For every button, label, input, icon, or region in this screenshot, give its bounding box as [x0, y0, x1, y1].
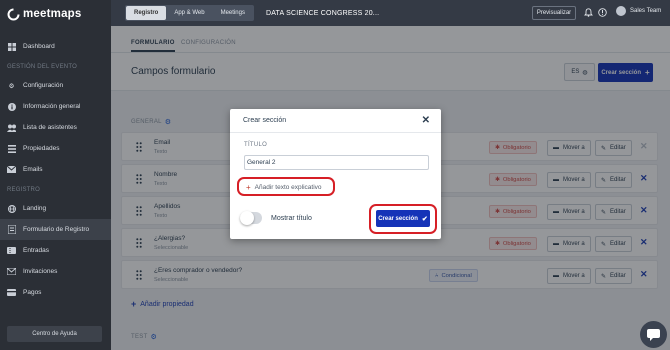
users-icon [7, 123, 16, 132]
sidebar-item-formulario-registro[interactable]: Formulario de Registro [0, 219, 111, 240]
dashboard-icon [7, 42, 16, 51]
tab-app-web[interactable]: App & Web [166, 6, 212, 20]
tab-registro[interactable]: Registro [126, 6, 167, 20]
add-explanatory-text-link[interactable]: + Añadir texto explicativo [246, 183, 322, 192]
gear-icon: ⚙ [8, 82, 15, 90]
sidebar: meetmaps Dashboard GESTIÓN DEL EVENTO ⚙ … [0, 0, 111, 350]
sidebar-item-label: Propiedades [23, 145, 60, 152]
topbar: Registro App & Web Meetings DATA SCIENCE… [111, 0, 670, 26]
top-tabs: Registro App & Web Meetings [125, 5, 254, 21]
sidebar-item-label: Invitaciones [23, 268, 58, 275]
help-center-button[interactable]: Centro de Ayuda [7, 326, 102, 342]
envelope-icon [7, 267, 16, 276]
show-title-label: Mostrar título [271, 215, 312, 222]
sidebar-item-label: Landing [23, 205, 47, 212]
tab-meetings[interactable]: Meetings [213, 6, 253, 20]
sidebar-item-invitaciones[interactable]: Invitaciones [0, 261, 111, 282]
form-icon [7, 225, 16, 234]
modal-title: Crear sección [230, 109, 441, 133]
app-root: meetmaps Dashboard GESTIÓN DEL EVENTO ⚙ … [0, 0, 670, 350]
title-field-label: TÍTULO [244, 142, 268, 148]
sidebar-item-landing[interactable]: Landing [0, 198, 111, 219]
sidebar-item-label: Configuración [23, 82, 64, 89]
preview-button[interactable]: Previsualizar [532, 6, 576, 20]
sidebar-item-label: Entradas [23, 247, 50, 254]
avatar [616, 6, 626, 16]
close-icon[interactable]: ✕ [422, 115, 430, 126]
info-icon [7, 102, 16, 111]
user-menu[interactable]: Sales Team [616, 6, 661, 16]
check-icon: ✔ [421, 215, 428, 223]
sidebar-item-emails[interactable]: Emails [0, 159, 111, 180]
sidebar-item-pagos[interactable]: Pagos [0, 282, 111, 303]
card-icon [7, 288, 16, 297]
brand-name: meetmaps [23, 8, 82, 20]
sidebar-section-event: GESTIÓN DEL EVENTO [7, 64, 77, 70]
show-title-toggle[interactable] [240, 211, 262, 225]
ticket-icon [7, 246, 16, 255]
bell-icon[interactable] [584, 8, 593, 17]
section-title-input[interactable] [244, 155, 429, 170]
sidebar-item-entradas[interactable]: Entradas [0, 240, 111, 261]
chat-icon [647, 328, 660, 341]
event-title[interactable]: DATA SCIENCE CONGRESS 20... [266, 10, 379, 17]
globe-icon [7, 204, 16, 213]
sidebar-item-label: Emails [23, 166, 43, 173]
sidebar-item-label: Formulario de Registro [23, 226, 90, 233]
submit-label: Crear sección [378, 215, 418, 222]
submit-create-section-button[interactable]: Crear sección ✔ [376, 210, 430, 227]
list-icon [7, 144, 16, 153]
create-section-modal: Crear sección ✕ TÍTULO + Añadir texto ex… [230, 109, 441, 239]
meetmaps-logo-icon [7, 7, 20, 20]
sidebar-item-informacion-general[interactable]: Información general [0, 96, 111, 117]
sidebar-item-label: Dashboard [23, 43, 55, 50]
sidebar-item-lista-asistentes[interactable]: Lista de asistentes [0, 117, 111, 138]
sidebar-item-label: Lista de asistentes [23, 124, 77, 131]
brand-logo[interactable]: meetmaps [0, 0, 111, 28]
help-icon[interactable] [598, 8, 607, 17]
plus-icon: + [246, 183, 251, 192]
sidebar-item-configuracion[interactable]: ⚙ Configuración [0, 75, 111, 96]
user-name: Sales Team [630, 8, 662, 14]
sidebar-item-label: Pagos [23, 289, 42, 296]
sidebar-item-dashboard[interactable]: Dashboard [0, 36, 111, 57]
chat-widget-button[interactable] [640, 321, 667, 348]
sidebar-section-registro: REGISTRO [7, 187, 40, 193]
sidebar-item-label: Información general [23, 103, 81, 110]
sidebar-item-propiedades[interactable]: Propiedades [0, 138, 111, 159]
mail-icon [7, 165, 16, 174]
add-text-label: Añadir texto explicativo [254, 184, 322, 191]
